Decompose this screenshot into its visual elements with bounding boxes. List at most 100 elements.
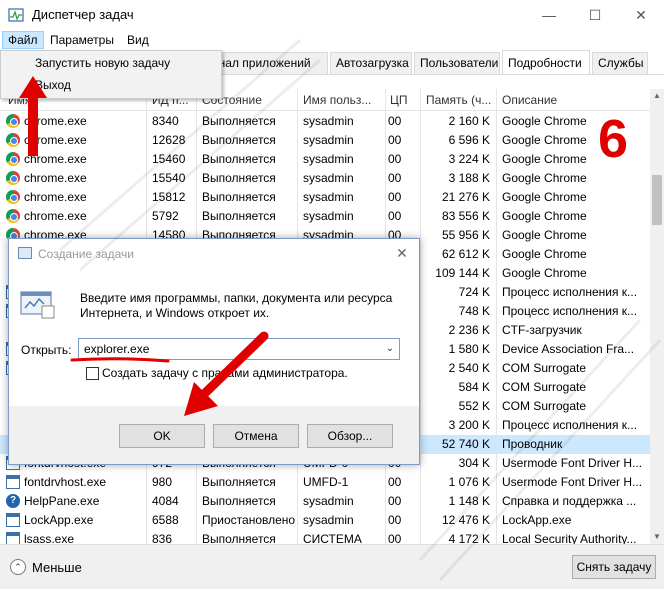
- cell-mem: 6 596 K: [448, 133, 490, 147]
- cell-cpu: 00: [388, 475, 402, 489]
- minimize-button[interactable]: —: [526, 0, 572, 30]
- cell-cpu: 00: [388, 152, 402, 166]
- cell-user: UMFD-1: [303, 475, 349, 489]
- window-title: Диспетчер задач: [32, 7, 134, 22]
- cell-state: Выполняется: [202, 114, 276, 128]
- cell-mem: 1 580 K: [448, 342, 490, 356]
- cell-desc: Процесс исполнения к...: [502, 418, 638, 432]
- cell-name: HelpPane.exe: [24, 494, 100, 508]
- chevron-down-icon[interactable]: ⌄: [381, 339, 399, 359]
- scroll-down-icon[interactable]: ▼: [650, 530, 664, 544]
- cell-pid: 15460: [152, 152, 186, 166]
- cell-desc: Google Chrome: [502, 209, 587, 223]
- tab-startup[interactable]: Автозагрузка: [330, 52, 412, 74]
- cell-mem: 3 188 K: [448, 171, 490, 185]
- cell-cpu: 00: [388, 513, 402, 527]
- cell-mem: 304 K: [458, 456, 490, 470]
- cell-user: sysadmin: [303, 114, 354, 128]
- cell-desc: Процесс исполнения к...: [502, 285, 638, 299]
- cell-mem: 52 740 K: [441, 437, 490, 451]
- cell-cpu: 00: [388, 209, 402, 223]
- chrome-icon: [6, 209, 20, 223]
- cell-desc: Google Chrome: [502, 247, 587, 261]
- chrome-icon: [6, 171, 20, 185]
- fewer-details-link[interactable]: Меньше: [32, 560, 82, 575]
- close-button[interactable]: ✕: [618, 0, 664, 30]
- cell-desc: Usermode Font Driver H...: [502, 456, 643, 470]
- cell-state: Выполняется: [202, 133, 276, 147]
- cell-cpu: 00: [388, 171, 402, 185]
- cell-mem: 2 236 K: [448, 323, 490, 337]
- help-icon: ?: [6, 494, 20, 508]
- cell-mem: 12 476 K: [441, 513, 490, 527]
- red-arrow-down-icon: [184, 331, 269, 416]
- cell-mem: 552 K: [458, 399, 490, 413]
- cell-mem: 21 276 K: [441, 190, 490, 204]
- cell-mem: 3 224 K: [448, 152, 490, 166]
- cell-mem: 3 200 K: [448, 418, 490, 432]
- cell-user: sysadmin: [303, 494, 354, 508]
- maximize-button[interactable]: ☐: [572, 0, 618, 30]
- tab-app-history[interactable]: рнал приложений: [206, 52, 328, 74]
- dialog-close-icon[interactable]: ✕: [392, 245, 412, 261]
- end-task-button[interactable]: Снять задачу: [572, 555, 656, 579]
- menu-view[interactable]: Вид: [122, 31, 154, 49]
- cell-mem: 83 556 K: [441, 209, 490, 223]
- cell-name: chrome.exe: [24, 190, 87, 204]
- tab-users[interactable]: Пользователи: [414, 52, 500, 74]
- cell-pid: 980: [152, 475, 173, 489]
- cell-pid: 6588: [152, 513, 179, 527]
- cell-pid: 12628: [152, 133, 186, 147]
- cell-pid: 8340: [152, 114, 179, 128]
- admin-checkbox[interactable]: [86, 367, 99, 380]
- cell-mem: 724 K: [458, 285, 490, 299]
- cell-pid: 15812: [152, 190, 186, 204]
- menu-file[interactable]: Файл: [2, 31, 44, 49]
- window-icon: [6, 475, 20, 489]
- cancel-button[interactable]: Отмена: [213, 424, 299, 448]
- cell-mem: 1 148 K: [448, 494, 490, 508]
- tab-details[interactable]: Подробности: [502, 50, 590, 75]
- scroll-up-icon[interactable]: ▲: [650, 89, 664, 103]
- browse-button[interactable]: Обзор...: [307, 424, 393, 448]
- cell-desc: COM Surrogate: [502, 380, 587, 394]
- ok-button[interactable]: OK: [119, 424, 205, 448]
- cell-name: chrome.exe: [24, 209, 87, 223]
- cell-user: sysadmin: [303, 190, 354, 204]
- cell-state: Выполняется: [202, 475, 276, 489]
- scroll-thumb[interactable]: [652, 175, 662, 225]
- tab-services[interactable]: Службы: [592, 52, 648, 74]
- window-icon: [6, 513, 20, 527]
- cell-state: Выполняется: [202, 209, 276, 223]
- cell-state: Приостановлено: [202, 513, 296, 527]
- vertical-scrollbar[interactable]: [650, 89, 664, 544]
- open-label: Открыть:: [21, 343, 72, 357]
- column-header-memory[interactable]: Память (ч...: [426, 93, 491, 107]
- red-underline-annotation: [70, 357, 170, 363]
- cell-mem: 1 076 K: [448, 475, 490, 489]
- cell-desc: Usermode Font Driver H...: [502, 475, 643, 489]
- cell-name: fontdrvhost.exe: [24, 475, 107, 489]
- cell-pid: 15540: [152, 171, 186, 185]
- cell-name: LockApp.exe: [24, 513, 94, 527]
- cell-state: Выполняется: [202, 171, 276, 185]
- chevron-up-icon[interactable]: ⌃: [10, 559, 26, 575]
- dialog-description: Введите имя программы, папки, документа …: [80, 291, 393, 320]
- cell-desc: CTF-загрузчик: [502, 323, 582, 337]
- cell-desc: Google Chrome: [502, 266, 587, 280]
- red-arrow-up-icon: [19, 76, 47, 156]
- column-header-description[interactable]: Описание: [502, 93, 557, 107]
- column-header-cpu[interactable]: ЦП: [390, 93, 408, 107]
- cell-mem: 55 956 K: [441, 228, 490, 242]
- cell-pid: 4084: [152, 494, 179, 508]
- cell-desc: Google Chrome: [502, 228, 587, 242]
- menu-item-run-new-task[interactable]: Запустить новую задачу: [1, 52, 220, 74]
- cell-user: sysadmin: [303, 171, 354, 185]
- menu-options[interactable]: Параметры: [45, 31, 119, 49]
- cell-desc: LockApp.exe: [502, 513, 572, 527]
- run-program-icon: [20, 291, 55, 319]
- column-header-user[interactable]: Имя польз...: [303, 93, 371, 107]
- cell-state: Выполняется: [202, 494, 276, 508]
- step-number-annotation: 6: [598, 109, 629, 169]
- cell-desc: Процесс исполнения к...: [502, 304, 638, 318]
